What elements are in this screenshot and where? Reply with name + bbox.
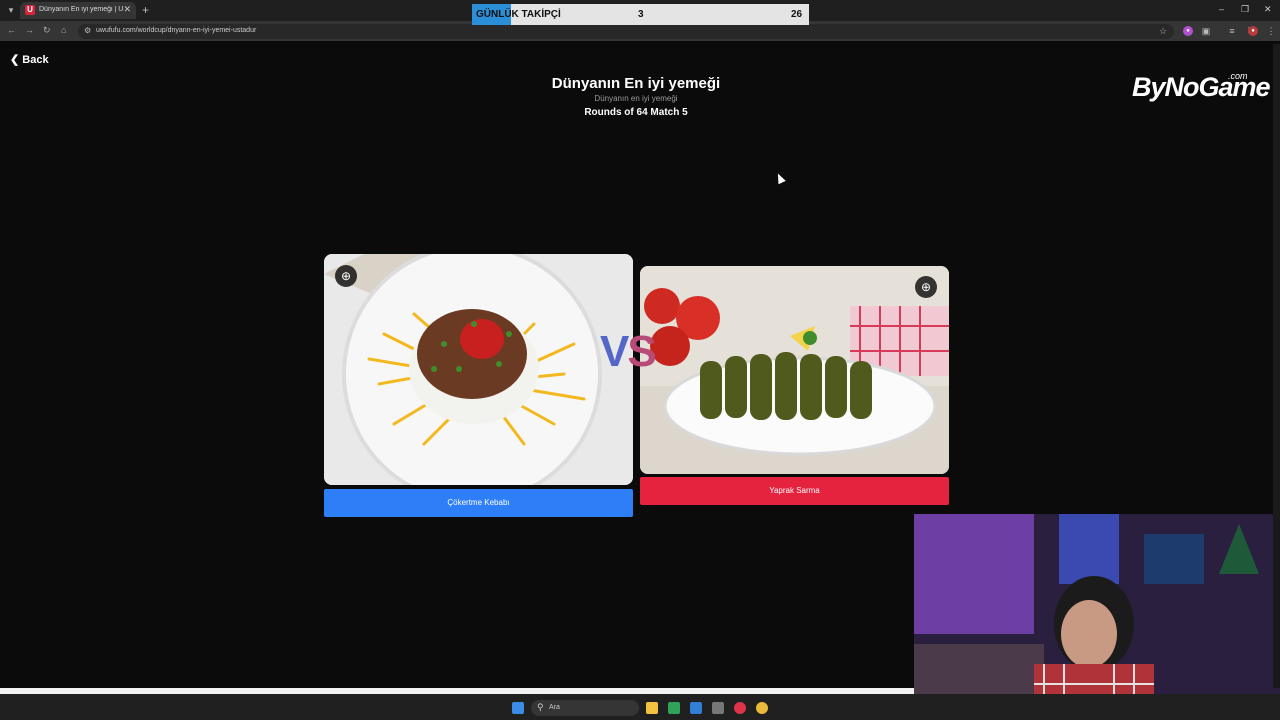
restore-icon[interactable]: ❐ — [1241, 4, 1249, 15]
reload-icon[interactable]: ↻ — [43, 25, 51, 36]
taskbar-search[interactable]: ⚲ Ara — [531, 700, 639, 716]
media-control-icon[interactable]: ≡ — [1227, 26, 1237, 36]
bynogame-logo: ByNoGame — [1132, 72, 1271, 102]
profile-avatar-icon[interactable]: ● — [1248, 26, 1258, 36]
minimize-icon[interactable]: – — [1219, 4, 1224, 14]
taskbar-search-label: Ara — [549, 704, 560, 711]
site-info-icon[interactable]: ⚙ — [84, 26, 91, 35]
logo-domain: .com — [1228, 71, 1248, 81]
address-bar[interactable]: ⚙ uwufufu.com/worldcup/dnyann-en-iyi-yem… — [78, 24, 1174, 39]
choice-image-left[interactable]: ⊕ — [324, 254, 633, 485]
url-text: uwufufu.com/worldcup/dnyann-en-iyi-yemei… — [96, 27, 257, 34]
choice-button-right[interactable]: Yaprak Sarma — [640, 477, 949, 505]
tab-search-icon[interactable]: ▾ — [4, 3, 18, 17]
page-title: Dünyanın En iyi yemeği — [551, 75, 721, 92]
page-subtitle: Dünyanın en iyi yemeği — [594, 94, 678, 103]
browser-menu-icon[interactable]: ⋮ — [1266, 26, 1276, 36]
back-label: Back — [22, 54, 49, 66]
mouse-cursor-icon — [774, 171, 786, 185]
site-favicon-icon: U — [25, 5, 35, 15]
follower-current-count: 3 — [638, 9, 644, 20]
windows-start-icon[interactable] — [512, 702, 524, 714]
chrome-icon[interactable] — [756, 702, 768, 714]
zoom-in-icon[interactable]: ⊕ — [915, 276, 937, 298]
choice-button-left[interactable]: Çökertme Kebabı — [324, 489, 633, 517]
tab-title: Dünyanın En iyi yemeği | UwUf — [39, 6, 123, 13]
window-close-icon[interactable]: ✕ — [1264, 4, 1272, 15]
file-explorer-icon[interactable] — [646, 702, 658, 714]
forward-arrow-icon[interactable]: → — [25, 25, 34, 35]
back-button[interactable]: ❮ Back — [10, 53, 49, 66]
tab-close-icon[interactable]: ✕ — [123, 4, 131, 15]
chevron-left-icon: ❮ — [10, 54, 20, 66]
daily-follower-overlay: GÜNLÜK TAKİPÇİ 3 26 — [472, 4, 809, 25]
vertical-scrollbar[interactable] — [1273, 44, 1280, 688]
home-icon[interactable]: ⌂ — [61, 25, 66, 35]
media-app-icon[interactable] — [734, 702, 746, 714]
spotify-icon[interactable] — [668, 702, 680, 714]
follower-label: GÜNLÜK TAKİPÇİ — [476, 9, 561, 20]
windows-taskbar — [0, 694, 1280, 720]
zoom-in-icon[interactable]: ⊕ — [335, 265, 357, 287]
settings-gear-icon[interactable] — [712, 702, 724, 714]
follower-goal-count: 26 — [791, 9, 803, 20]
choice-image-right[interactable]: ⊕ — [640, 266, 949, 474]
search-icon: ⚲ — [537, 702, 544, 712]
round-indicator: Rounds of 64 Match 5 — [584, 107, 688, 118]
back-arrow-icon[interactable]: ← — [7, 25, 16, 35]
browser-tab[interactable]: U Dünyanın En iyi yemeği | UwUf ✕ — [20, 2, 136, 19]
streamer-webcam — [914, 514, 1280, 706]
extensions-puzzle-icon[interactable]: ▣ — [1201, 26, 1211, 36]
vs-label: VS — [600, 327, 657, 376]
store-icon[interactable] — [690, 702, 702, 714]
extension-icon[interactable]: ● — [1183, 26, 1193, 36]
bookmark-star-icon[interactable]: ☆ — [1158, 26, 1168, 36]
new-tab-icon[interactable]: + — [142, 3, 149, 17]
